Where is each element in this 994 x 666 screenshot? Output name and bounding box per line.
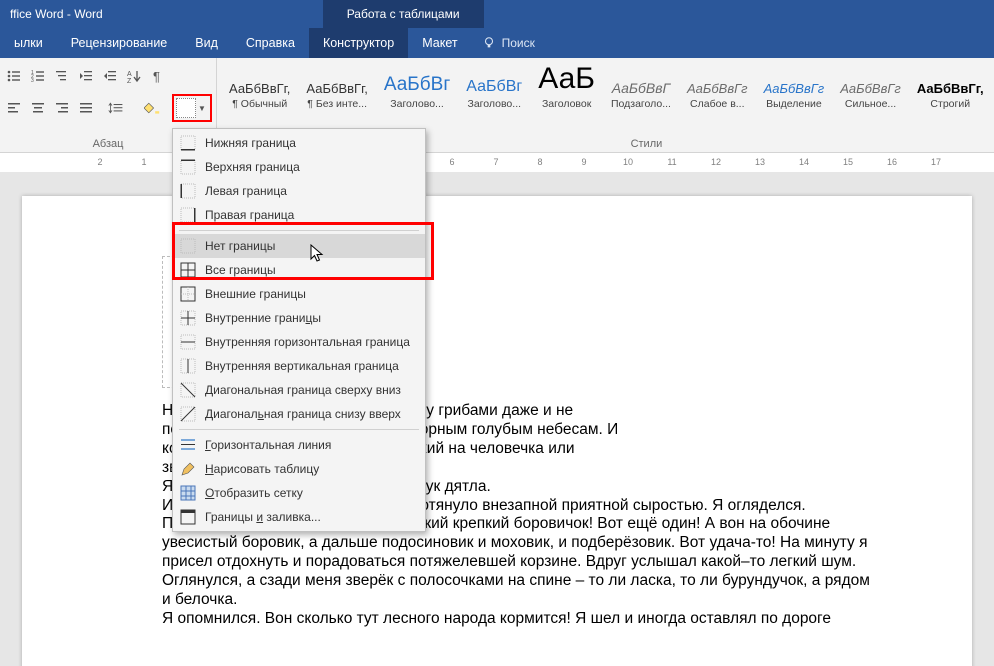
align-center-button[interactable]: [28, 98, 48, 118]
table-tools-contextual-label: Работа с таблицами: [323, 0, 484, 28]
page: Не е грибная. В холодном сухом лесу гриб…: [22, 196, 972, 666]
align-justify-button[interactable]: [76, 98, 96, 118]
menu-show-gridlines[interactable]: Отобразить сетку: [173, 481, 425, 505]
sort-button[interactable]: AZ: [124, 66, 144, 86]
border-diag-down-icon: [179, 381, 197, 399]
border-bottom-icon: [179, 134, 197, 152]
borders-button[interactable]: ▼: [172, 94, 212, 122]
tab-help[interactable]: Справка: [232, 28, 309, 58]
multilevel-list-button[interactable]: [52, 66, 72, 86]
svg-text:A: A: [127, 71, 132, 78]
style-gallery-item[interactable]: АаБбВвГгСлабое в...: [679, 62, 756, 110]
style-gallery-item[interactable]: АаБбВвГПодзаголо...: [603, 62, 679, 110]
menu-border-outside[interactable]: Внешние границы: [173, 282, 425, 306]
style-gallery-item[interactable]: АаБбВгЗаголово...: [376, 62, 458, 110]
style-gallery-item[interactable]: АаБбВвГг,¶ Без инте...: [298, 62, 375, 110]
menu-border-none[interactable]: Нет границы: [173, 234, 425, 258]
border-none-icon: [179, 237, 197, 255]
app-title: ffice Word - Word: [0, 7, 103, 21]
gridlines-icon: [179, 484, 197, 502]
align-left-button[interactable]: [4, 98, 24, 118]
svg-text:Z: Z: [127, 78, 132, 84]
menu-border-diagonal-up[interactable]: Диагональная граница снизу вверх: [173, 402, 425, 426]
title-bar: ffice Word - Word Работа с таблицами: [0, 0, 994, 28]
style-gallery-item[interactable]: АаБЗаголовок: [530, 62, 603, 110]
borders-dialog-icon: [179, 508, 197, 526]
align-right-button[interactable]: [52, 98, 72, 118]
menu-border-right[interactable]: Правая граница: [173, 203, 425, 227]
menu-border-all[interactable]: Все границы: [173, 258, 425, 282]
border-inside-h-icon: [179, 333, 197, 351]
decrease-indent-button[interactable]: [76, 66, 96, 86]
show-marks-button[interactable]: ¶: [148, 66, 168, 86]
pencil-icon: [179, 460, 197, 478]
tab-review[interactable]: Рецензирование: [57, 28, 182, 58]
menu-border-inside-vertical[interactable]: Внутренняя вертикальная граница: [173, 354, 425, 378]
menu-border-inside[interactable]: Внутренние границы: [173, 306, 425, 330]
border-left-icon: [179, 182, 197, 200]
border-outside-icon: [179, 285, 197, 303]
horizontal-ruler[interactable]: 211234567891011121314151617: [0, 153, 994, 174]
bullets-button[interactable]: [4, 66, 24, 86]
menu-border-diagonal-down[interactable]: Диагональная граница сверху вниз: [173, 378, 425, 402]
menu-border-bottom[interactable]: Нижняя граница: [173, 131, 425, 155]
tab-links[interactable]: ылки: [0, 28, 57, 58]
border-top-icon: [179, 158, 197, 176]
style-gallery-item[interactable]: АаБбВвГг,Строгий: [909, 62, 992, 110]
menu-border-inside-horizontal[interactable]: Внутренняя горизонтальная граница: [173, 330, 425, 354]
svg-text:¶: ¶: [153, 69, 160, 84]
ribbon-tabs: ылки Рецензирование Вид Справка Конструк…: [0, 28, 994, 58]
style-gallery-item[interactable]: АаБбВгЗаголово...: [458, 62, 530, 110]
horizontal-line-icon: [179, 436, 197, 454]
tab-constructor[interactable]: Конструктор: [309, 28, 408, 58]
shading-button[interactable]: [136, 98, 168, 118]
line-spacing-button[interactable]: [100, 98, 132, 118]
border-inside-v-icon: [179, 357, 197, 375]
menu-horizontal-line[interactable]: Горизонтальная линия: [173, 433, 425, 457]
menu-draw-table[interactable]: Нарисовать таблицу: [173, 457, 425, 481]
lightbulb-icon: [482, 36, 496, 50]
ribbon: 123 AZ ¶ ▼ Абзац АаБбВв: [0, 58, 994, 153]
tell-me-search[interactable]: Поиск: [472, 36, 535, 50]
style-gallery-item[interactable]: АаБбВвГгВыделение: [756, 62, 833, 110]
menu-borders-and-shading[interactable]: Границы и заливка...: [173, 505, 425, 529]
borders-dropdown: Нижняя граница Верхняя граница Левая гра…: [172, 128, 426, 532]
tab-view[interactable]: Вид: [181, 28, 232, 58]
document-viewport[interactable]: Не е грибная. В холодном сухом лесу гриб…: [0, 172, 994, 666]
border-inside-icon: [179, 309, 197, 327]
chevron-down-icon: ▼: [198, 104, 208, 113]
menu-border-left[interactable]: Левая граница: [173, 179, 425, 203]
menu-border-top[interactable]: Верхняя граница: [173, 155, 425, 179]
borders-icon: [176, 98, 196, 118]
svg-text:3: 3: [31, 78, 34, 84]
style-gallery-item[interactable]: АаБбВвГгСильное...: [832, 62, 909, 110]
search-label: Поиск: [502, 36, 535, 50]
increase-indent-button[interactable]: [100, 66, 120, 86]
border-right-icon: [179, 206, 197, 224]
tab-layout[interactable]: Макет: [408, 28, 471, 58]
border-diag-up-icon: [179, 405, 197, 423]
menu-label: Внутренние грани: [205, 311, 306, 325]
style-gallery-item[interactable]: АаБбВвГг,¶ Обычный: [221, 62, 298, 110]
numbering-button[interactable]: 123: [28, 66, 48, 86]
border-all-icon: [179, 261, 197, 279]
